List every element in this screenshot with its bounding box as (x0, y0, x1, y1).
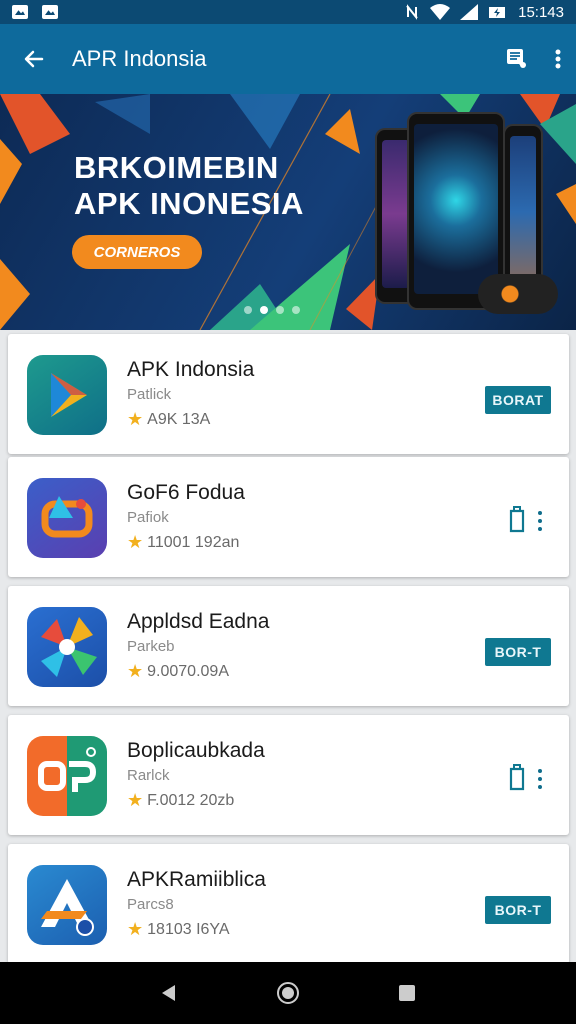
system-nav-bar (0, 962, 576, 1024)
battery-charging-icon (489, 7, 506, 18)
app-rating-value: F.0012 20zb (147, 791, 235, 809)
app-developer: Pafiok (127, 509, 169, 526)
headphones-image (478, 274, 558, 314)
app-rating: ★ 18103 I6YA (127, 919, 230, 940)
promo-banner[interactable]: BRKOIMEBIN APK INONESIA CORNEROS (0, 94, 576, 330)
app-name: Boplicaubkada (127, 739, 265, 762)
carousel-dot[interactable] (276, 306, 284, 314)
carousel-dot[interactable] (244, 306, 252, 314)
app-name: GoF6 Fodua (127, 481, 245, 504)
banner-headline-line2: APK INONESIA (74, 186, 304, 221)
op-logo-icon (27, 736, 107, 816)
app-notification-icon (42, 5, 58, 19)
arrow-left-icon (24, 50, 44, 68)
download-icon[interactable] (507, 505, 527, 533)
download-icon[interactable] (507, 763, 527, 791)
gallery-notification-icon (12, 5, 28, 19)
app-developer: Patlick (127, 386, 172, 403)
play-triangle-icon (27, 355, 107, 435)
signal-icon (460, 4, 479, 20)
no-nfc-icon (406, 4, 418, 20)
banner-headline-line1: BRKOIMEBIN (74, 150, 279, 185)
app-name: APK Indonsia (127, 358, 255, 381)
install-button[interactable]: BOR-T (485, 896, 551, 924)
banner-headline: BRKOIMEBIN APK INONESIA (74, 150, 304, 222)
star-icon: ★ (127, 532, 144, 552)
wifi-icon (430, 4, 451, 20)
app-card[interactable]: GoF6 Fodua Pafiok ★ 11001 192an (8, 457, 569, 577)
nav-back-icon[interactable] (159, 983, 179, 1003)
app-rating-value: 18103 I6YA (147, 920, 230, 938)
star-icon: ★ (127, 661, 144, 681)
feedback-icon[interactable] (504, 47, 528, 71)
carousel-dot[interactable] (292, 306, 300, 314)
banner-cta-button[interactable]: CORNEROS (72, 235, 202, 269)
app-bar: APR Indonsia (0, 24, 576, 94)
app-developer: Parkeb (127, 638, 175, 655)
shapes-icon (27, 478, 107, 558)
more-options-icon[interactable] (537, 769, 543, 789)
app-rating: ★ F.0012 20zb (127, 790, 234, 811)
app-name: APKRamiiblica (127, 868, 266, 891)
app-card[interactable]: Appldsd Eadna Parkeb ★ 9.0070.09A BOR-T (8, 586, 569, 706)
arrow-a-icon (27, 865, 107, 945)
app-developer: Rarlck (127, 767, 170, 784)
app-card[interactable]: APK Indonsia Patlick ★ A9K 13A BORAT (8, 334, 569, 454)
status-bar: 15:143 (0, 0, 576, 24)
app-developer: Parcs8 (127, 896, 174, 913)
nav-home-icon[interactable] (276, 981, 300, 1005)
carousel-dot-active[interactable] (260, 306, 268, 314)
more-vert-icon[interactable] (554, 47, 562, 71)
app-rating: ★ 11001 192an (127, 532, 239, 553)
page-title: APR Indonsia (72, 46, 207, 71)
app-rating: ★ 9.0070.09A (127, 661, 229, 682)
pinwheel-icon (27, 607, 107, 687)
install-button[interactable]: BORAT (485, 386, 551, 414)
app-rating: ★ A9K 13A (127, 409, 210, 430)
nav-recents-icon[interactable] (397, 983, 417, 1003)
back-button[interactable] (14, 39, 54, 79)
star-icon: ★ (127, 790, 144, 810)
app-card[interactable]: APKRamiiblica Parcs8 ★ 18103 I6YA BOR-T (8, 844, 569, 964)
star-icon: ★ (127, 409, 144, 429)
app-card[interactable]: Boplicaubkada Rarlck ★ F.0012 20zb (8, 715, 569, 835)
app-rating-value: 11001 192an (147, 533, 240, 551)
app-rating-value: 9.0070.09A (147, 662, 229, 680)
app-name: Appldsd Eadna (127, 610, 270, 633)
status-time: 15:143 (518, 3, 564, 21)
app-rating-value: A9K 13A (147, 410, 211, 428)
install-button[interactable]: BOR-T (485, 638, 551, 666)
more-options-icon[interactable] (537, 511, 543, 531)
carousel-indicator (244, 306, 300, 314)
star-icon: ★ (127, 919, 144, 939)
